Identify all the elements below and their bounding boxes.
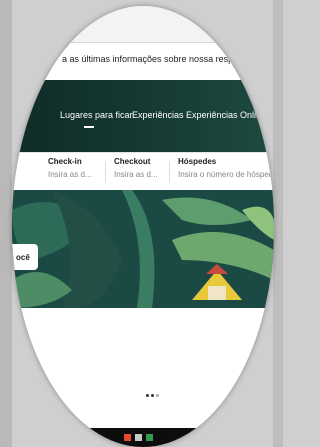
guests-placeholder[interactable]: Insira o número de hóspedes bbox=[178, 170, 274, 179]
left-frame-edge bbox=[0, 0, 12, 447]
guests-label: Hóspedes bbox=[178, 157, 217, 166]
browser-top-area bbox=[12, 6, 274, 43]
guests-field[interactable]: Hóspedes Insira o número de hóspedes bbox=[178, 157, 274, 179]
tab-experiencias[interactable]: Experiências bbox=[132, 110, 184, 120]
checkin-label: Check-in bbox=[48, 157, 82, 166]
app-icon[interactable] bbox=[124, 434, 131, 441]
carousel-dot-active[interactable] bbox=[151, 394, 154, 397]
zoomed-viewport: a as últimas informações sobre nossa res… bbox=[12, 6, 274, 447]
checkout-placeholder[interactable]: Insira as d... bbox=[114, 170, 158, 179]
tab-lugares-para-ficar[interactable]: Lugares para ficar bbox=[60, 110, 133, 120]
checkin-field[interactable]: Check-in Insira as d... bbox=[48, 157, 92, 179]
covid-banner-link[interactable]: a as últimas informações sobre nossa res… bbox=[62, 54, 274, 64]
carousel-dot[interactable] bbox=[156, 394, 159, 397]
divider bbox=[105, 161, 106, 183]
checkout-field[interactable]: Checkout Insira as d... bbox=[114, 157, 158, 179]
active-tab-indicator bbox=[84, 126, 94, 128]
jungle-illustration bbox=[12, 190, 274, 308]
checkin-placeholder[interactable]: Insira as d... bbox=[48, 170, 92, 179]
hero-illustration bbox=[12, 190, 274, 308]
hero-header: Lugares para ficar Experiências Experiên… bbox=[12, 80, 274, 152]
excel-icon[interactable] bbox=[146, 434, 153, 441]
hero-partial-text: ocê bbox=[16, 253, 30, 262]
divider bbox=[169, 161, 170, 183]
app-icon[interactable] bbox=[135, 434, 142, 441]
hero-text-snippet: ocê bbox=[12, 244, 38, 270]
carousel-dots[interactable] bbox=[146, 384, 161, 402]
right-frame-edge bbox=[273, 0, 283, 447]
content-area bbox=[12, 308, 274, 424]
covid-banner[interactable]: a as últimas informações sobre nossa res… bbox=[12, 48, 274, 70]
airbnb-page: a as últimas informações sobre nossa res… bbox=[12, 6, 274, 447]
search-bar: Check-in Insira as d... Checkout Insira … bbox=[12, 152, 274, 192]
checkout-label: Checkout bbox=[114, 157, 151, 166]
taskbar bbox=[12, 428, 274, 447]
carousel-dot[interactable] bbox=[146, 394, 149, 397]
tab-experiencias-online[interactable]: Experiências Online bbox=[186, 110, 266, 120]
